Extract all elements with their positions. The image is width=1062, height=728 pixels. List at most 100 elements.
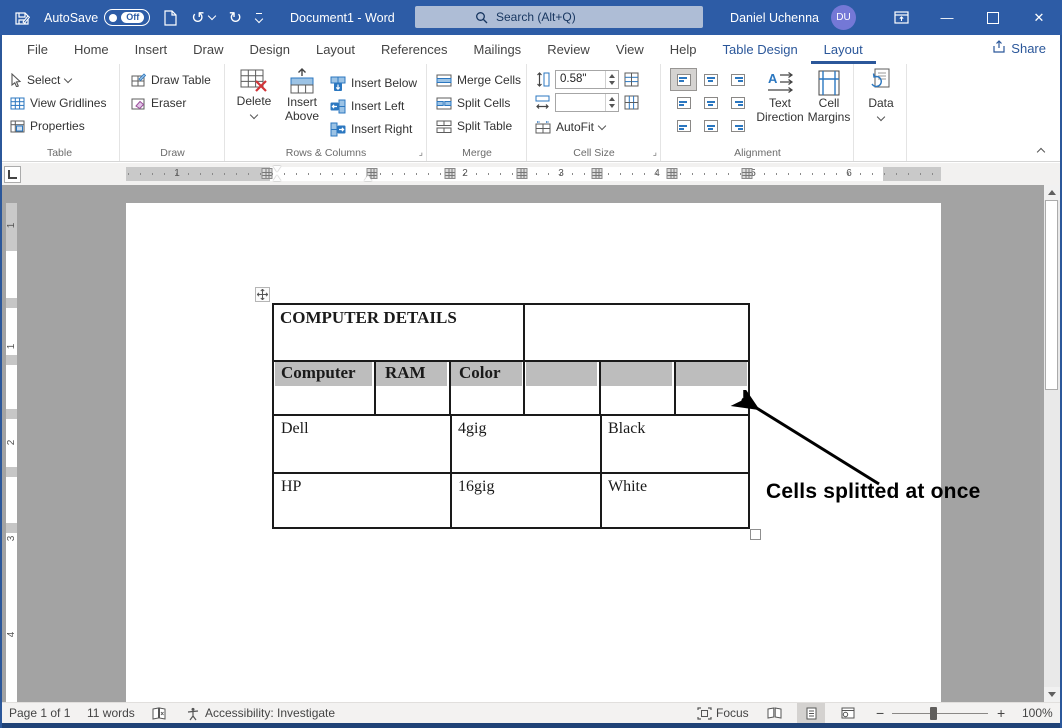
read-mode-icon[interactable] (760, 703, 788, 723)
properties-button[interactable]: Properties (10, 116, 85, 136)
table-border[interactable] (599, 360, 601, 414)
share-button[interactable]: Share (992, 40, 1046, 57)
undo-button[interactable]: ↺ (191, 8, 214, 28)
merge-cells-button[interactable]: Merge Cells (436, 70, 521, 90)
column-width-control[interactable] (535, 92, 639, 112)
table-cell[interactable]: Black (608, 420, 645, 438)
tab-mailings[interactable]: Mailings (461, 35, 535, 64)
print-layout-icon[interactable] (797, 703, 825, 723)
eraser-button[interactable]: Eraser (131, 93, 186, 113)
table-cell[interactable]: White (608, 478, 647, 496)
table-border[interactable] (272, 303, 274, 529)
insert-left-button[interactable]: Insert Left (330, 96, 404, 116)
zoom-slider-thumb[interactable] (930, 707, 937, 720)
maximize-button[interactable] (970, 0, 1016, 35)
align-top-left-button[interactable] (670, 68, 697, 91)
tab-design[interactable]: Design (237, 35, 303, 64)
table-row-marker[interactable] (6, 298, 17, 308)
distribute-columns-icon[interactable] (624, 95, 639, 110)
width-spinner[interactable] (605, 94, 618, 111)
table-cell[interactable]: 4gig (458, 420, 486, 438)
table-move-handle[interactable] (255, 287, 270, 302)
minimize-button[interactable]: — (924, 0, 970, 35)
align-center-button[interactable] (697, 91, 724, 114)
table-cell[interactable]: 16gig (458, 478, 494, 496)
page-count[interactable]: Page 1 of 1 (9, 706, 70, 720)
cell-margins-button[interactable]: Cell Margins (806, 70, 852, 124)
tab-view[interactable]: View (603, 35, 657, 64)
tab-table-design[interactable]: Table Design (710, 35, 811, 64)
table-resize-handle[interactable] (750, 529, 761, 540)
new-document-icon[interactable] (164, 10, 177, 26)
table-border[interactable] (374, 360, 376, 414)
zoom-in-icon[interactable]: + (997, 705, 1005, 721)
table-header-cell[interactable]: Color (459, 363, 501, 383)
autosave-toggle[interactable]: Off (104, 9, 150, 26)
focus-label[interactable]: Focus (716, 706, 749, 720)
row-height-control[interactable]: 0.58" (535, 69, 639, 89)
split-cells-button[interactable]: Split Cells (436, 93, 510, 113)
table-border[interactable] (272, 414, 750, 416)
table-border[interactable] (272, 472, 750, 474)
focus-icon[interactable] (697, 707, 712, 723)
table-column-marker[interactable] (517, 168, 528, 179)
cell-size-dialog-launcher-icon[interactable]: ⌟ (653, 147, 657, 158)
autosave-control[interactable]: AutoSave Off (44, 9, 150, 26)
table-cell[interactable]: HP (281, 478, 301, 496)
tab-file[interactable]: File (14, 35, 61, 64)
align-bottom-right-button[interactable] (724, 114, 751, 137)
tab-help[interactable]: Help (657, 35, 710, 64)
insert-right-button[interactable]: Insert Right (330, 119, 412, 139)
insert-below-button[interactable]: Insert Below (330, 73, 417, 93)
distribute-rows-icon[interactable] (624, 72, 639, 87)
zoom-slider-track[interactable] (892, 713, 988, 714)
word-count[interactable]: 11 words (87, 706, 135, 720)
vertical-scrollbar[interactable] (1044, 185, 1060, 702)
autofit-button[interactable]: AutoFit (535, 117, 605, 137)
table-border[interactable] (600, 414, 602, 527)
align-center-right-button[interactable] (724, 91, 751, 114)
data-button[interactable]: Data (859, 68, 903, 120)
customize-toolbar-icon[interactable] (256, 13, 262, 22)
table-row-marker[interactable] (6, 523, 17, 533)
tab-draw[interactable]: Draw (180, 35, 236, 64)
delete-button[interactable]: Delete (232, 68, 276, 118)
scrollbar-thumb[interactable] (1045, 200, 1058, 390)
align-top-right-button[interactable] (724, 68, 751, 91)
accessibility-status[interactable]: Accessibility: Investigate (205, 706, 335, 720)
text-direction-button[interactable]: A Text Direction (754, 70, 806, 124)
zoom-out-icon[interactable]: − (876, 705, 884, 721)
table-column-marker[interactable] (742, 168, 753, 179)
table-border[interactable] (272, 303, 750, 305)
table-border[interactable] (450, 414, 452, 527)
table-row-marker[interactable] (6, 355, 17, 365)
accessibility-icon[interactable] (186, 707, 200, 724)
align-top-center-button[interactable] (697, 68, 724, 91)
table-header-cell[interactable]: RAM (385, 363, 426, 383)
tab-insert[interactable]: Insert (122, 35, 181, 64)
first-line-indent-marker[interactable] (273, 166, 281, 172)
collapse-ribbon-icon[interactable] (1038, 142, 1044, 160)
table-column-marker[interactable] (445, 168, 456, 179)
table-header-cell[interactable]: Computer (281, 363, 356, 383)
tab-review[interactable]: Review (534, 35, 603, 64)
save-icon[interactable] (14, 10, 30, 26)
right-indent-marker[interactable] (364, 175, 372, 181)
cell-height-input[interactable]: 0.58" (555, 70, 619, 89)
insert-above-button[interactable]: Insert Above (279, 68, 325, 123)
table-border[interactable] (674, 360, 676, 414)
draw-table-button[interactable]: Draw Table (131, 70, 211, 90)
scroll-up-icon[interactable] (1044, 185, 1060, 200)
redo-button[interactable]: ↻ (229, 8, 242, 28)
hanging-indent-marker[interactable] (273, 175, 281, 181)
table-border[interactable] (272, 527, 750, 529)
table-column-marker[interactable] (667, 168, 678, 179)
align-center-left-button[interactable] (670, 91, 697, 114)
undo-dropdown-icon[interactable] (207, 12, 215, 20)
tab-stop-selector[interactable] (4, 166, 21, 183)
align-bottom-left-button[interactable] (670, 114, 697, 137)
rows-columns-dialog-launcher-icon[interactable]: ⌟ (419, 147, 423, 158)
tab-references[interactable]: References (368, 35, 460, 64)
select-button[interactable]: Select (10, 70, 71, 90)
ribbon-display-options-icon[interactable] (878, 0, 924, 35)
